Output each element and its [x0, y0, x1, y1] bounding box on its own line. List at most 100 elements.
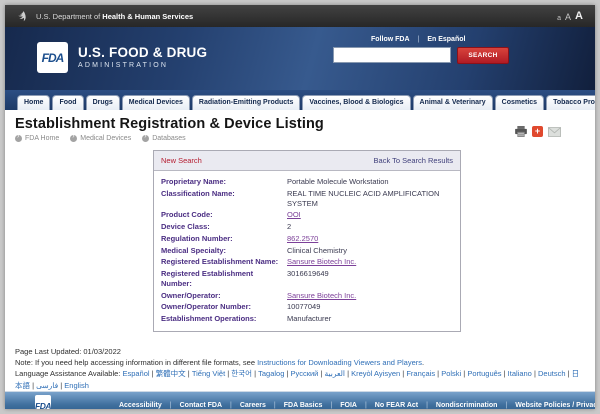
language-link[interactable]: Русский: [291, 369, 325, 378]
new-search-link[interactable]: New Search: [161, 156, 202, 165]
field-value: 2: [287, 222, 453, 232]
page-title: Establishment Registration & Device List…: [15, 116, 585, 132]
footer-link[interactable]: FOIA: [340, 402, 375, 409]
language-link[interactable]: 한국어: [231, 369, 258, 378]
footer-link[interactable]: Website Policies / Privacy: [515, 402, 595, 409]
breadcrumb-item: FDA Home: [15, 135, 59, 142]
nav-tab[interactable]: Radiation-Emitting Products: [192, 95, 301, 110]
results-header: New Search Back To Search Results: [154, 151, 460, 171]
table-row: Registered Establishment Name: Sansure B…: [161, 256, 453, 268]
language-link[interactable]: Italiano: [508, 369, 538, 378]
language-link[interactable]: Español: [122, 369, 155, 378]
field-value[interactable]: Sansure Biotech Inc.: [287, 291, 453, 301]
share-tools: +: [515, 126, 561, 137]
dept-label: U.S. Department of Health & Human Servic…: [36, 12, 193, 21]
format-note: Note: If you need help accessing informa…: [15, 357, 585, 368]
field-label: Proprietary Name:: [161, 177, 287, 187]
device-detail-table: Proprietary Name: Portable Molecule Work…: [154, 171, 460, 331]
font-size-controls: a A A: [557, 10, 583, 22]
footer-link[interactable]: Contact FDA: [180, 402, 240, 409]
header-pipe: |: [418, 36, 420, 43]
nav-tab[interactable]: Drugs: [86, 95, 120, 110]
language-link[interactable]: 繁體中文: [156, 369, 192, 378]
language-link[interactable]: فارسی: [36, 381, 64, 390]
viewers-players-link[interactable]: Instructions for Downloading Viewers and…: [257, 358, 422, 367]
font-size-large[interactable]: A: [575, 10, 583, 22]
field-value[interactable]: OOI: [287, 210, 453, 220]
table-row: Registered Establishment Number: 3016619…: [161, 268, 453, 290]
breadcrumb-bullet-icon: [70, 135, 77, 142]
fda-header: FDA U.S. FOOD & DRUG ADMINISTRATION Foll…: [5, 27, 595, 90]
table-row: Owner/Operator Number: 10077049: [161, 301, 453, 313]
field-value: 3016619649: [287, 269, 453, 289]
nav-tab[interactable]: Animal & Veterinary: [413, 95, 493, 110]
search-input[interactable]: [333, 47, 451, 63]
share-plus-icon[interactable]: +: [532, 126, 543, 137]
breadcrumb-item: Medical Devices: [70, 135, 131, 142]
fda-logo[interactable]: FDA: [37, 42, 68, 73]
main-content: Establishment Registration & Device List…: [5, 110, 595, 332]
nav-tab[interactable]: Home: [17, 95, 50, 110]
footer-link[interactable]: No FEAR Act: [375, 402, 436, 409]
footer-bar: FDA Accessibility Contact FDA Careers FD…: [5, 391, 595, 409]
footer-link[interactable]: FDA Basics: [284, 402, 340, 409]
field-label: Medical Specialty:: [161, 246, 287, 256]
follow-fda-link[interactable]: Follow FDA: [371, 36, 410, 43]
breadcrumb-item: Databases: [142, 135, 185, 142]
back-to-results-link[interactable]: Back To Search Results: [374, 156, 453, 165]
field-value[interactable]: 862.2570: [287, 234, 453, 244]
breadcrumb-link[interactable]: Medical Devices: [80, 135, 131, 142]
language-link[interactable]: Tiếng Việt: [192, 369, 231, 378]
last-updated: Page Last Updated: 01/03/2022: [15, 346, 585, 357]
footer-link[interactable]: Nondiscrimination: [436, 402, 515, 409]
field-value: Portable Molecule Workstation: [287, 177, 453, 187]
field-label: Owner/Operator:: [161, 291, 287, 301]
field-label: Regulation Number:: [161, 234, 287, 244]
language-link[interactable]: العربية: [325, 369, 352, 378]
field-value: 10077049: [287, 302, 453, 312]
field-label: Classification Name:: [161, 189, 287, 209]
field-label: Registered Establishment Number:: [161, 269, 287, 289]
gov-top-bar: U.S. Department of Health & Human Servic…: [5, 5, 595, 27]
language-link[interactable]: Tagalog: [258, 369, 290, 378]
nav-tab[interactable]: Cosmetics: [495, 95, 544, 110]
nav-tab[interactable]: Vaccines, Blood & Biologics: [302, 95, 410, 110]
nav-tab[interactable]: Tobacco Products: [546, 95, 595, 110]
en-espanol-link[interactable]: En Español: [427, 36, 465, 43]
nav-tab[interactable]: Food: [52, 95, 83, 110]
language-link[interactable]: Kreyòl Ayisyen: [351, 369, 406, 378]
table-row: Medical Specialty: Clinical Chemistry: [161, 245, 453, 257]
language-link[interactable]: Português: [467, 369, 507, 378]
field-value: Manufacturer: [287, 314, 453, 324]
breadcrumb-bullet-icon: [15, 135, 22, 142]
email-icon[interactable]: [548, 127, 561, 137]
print-icon[interactable]: [515, 126, 527, 137]
search-button[interactable]: SEARCH: [457, 47, 509, 64]
breadcrumb-link[interactable]: FDA Home: [25, 135, 59, 142]
table-row: Owner/Operator: Sansure Biotech Inc.: [161, 290, 453, 302]
language-link[interactable]: Français: [406, 369, 441, 378]
font-size-medium[interactable]: A: [565, 12, 571, 22]
footer-links: Accessibility Contact FDA Careers FDA Ba…: [119, 402, 595, 409]
footer-link[interactable]: Careers: [240, 402, 284, 409]
footer-fda-logo[interactable]: FDA: [35, 395, 51, 409]
field-value[interactable]: Sansure Biotech Inc.: [287, 257, 453, 267]
language-link[interactable]: Polski: [441, 369, 467, 378]
footer-info: Page Last Updated: 01/03/2022 Note: If y…: [5, 332, 595, 391]
nav-tab[interactable]: Medical Devices: [122, 95, 190, 110]
header-right: Follow FDA | En Español SEARCH: [333, 36, 563, 64]
field-value: REAL TIME NUCLEIC ACID AMPLIFICATION SYS…: [287, 189, 453, 209]
language-link[interactable]: Deutsch: [538, 369, 572, 378]
field-label: Registered Establishment Name:: [161, 257, 287, 267]
table-row: Proprietary Name: Portable Molecule Work…: [161, 176, 453, 188]
field-label: Device Class:: [161, 222, 287, 232]
footer-link[interactable]: Accessibility: [119, 402, 180, 409]
field-label: Product Code:: [161, 210, 287, 220]
breadcrumb-link[interactable]: Databases: [152, 135, 185, 142]
table-row: Establishment Operations: Manufacturer: [161, 313, 453, 325]
device-listing-card: New Search Back To Search Results Propri…: [153, 150, 461, 332]
language-link[interactable]: English: [64, 381, 89, 390]
field-label: Establishment Operations:: [161, 314, 287, 324]
font-size-small[interactable]: a: [557, 15, 561, 22]
field-value: Clinical Chemistry: [287, 246, 453, 256]
